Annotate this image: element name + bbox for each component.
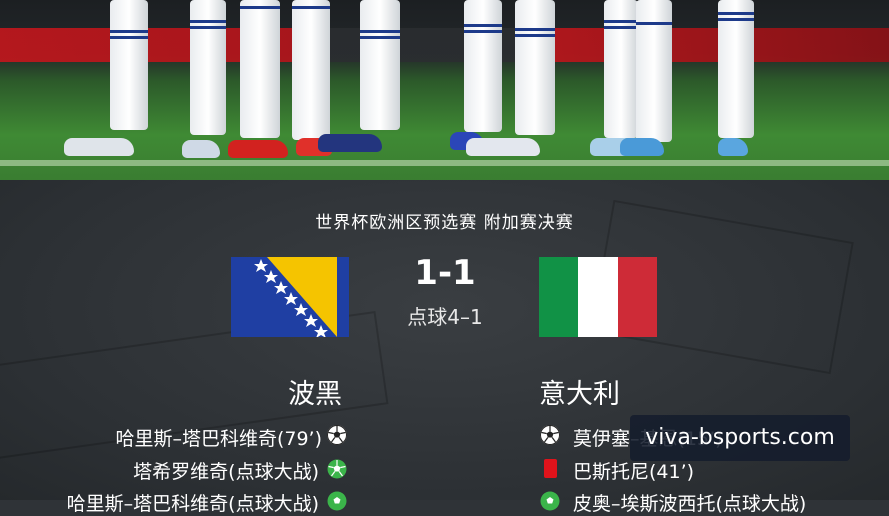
competition-title: 世界杯欧洲区预选赛 附加赛决赛 <box>315 213 574 233</box>
away-event-2-text: 巴斯托尼(41’) <box>573 461 695 483</box>
italy-flag-icon <box>539 257 657 337</box>
home-event-1-text: 哈里斯–塔巴科维奇(79’) <box>115 428 322 450</box>
home-event-2: 塔希罗维奇(点球大战) <box>133 457 319 484</box>
penalty-miss-icon <box>540 491 560 511</box>
match-score: 1-1 <box>414 253 476 293</box>
red-card-icon <box>544 459 557 478</box>
hero-photo <box>0 0 889 180</box>
home-event-3-text: 哈里斯–塔巴科维奇(点球大战) <box>66 493 319 515</box>
penalty-goal-icon <box>327 491 347 511</box>
soccer-ball-icon <box>540 425 560 445</box>
home-event-1: 哈里斯–塔巴科维奇(79’) <box>115 424 322 451</box>
penalty-score: 点球4–1 <box>407 305 483 329</box>
penalty-goal-icon <box>327 459 347 479</box>
home-event-3: 哈里斯–塔巴科维奇(点球大战) <box>67 489 319 516</box>
bosnia-flag-icon <box>231 257 349 337</box>
soccer-ball-icon <box>327 425 347 445</box>
home-event-2-text: 塔希罗维奇(点球大战) <box>133 461 319 483</box>
away-event-3-text: 皮奥–埃斯波西托(点球大战) <box>573 493 807 515</box>
home-team-name: 波黑 <box>288 379 342 410</box>
pitch-line <box>0 160 889 166</box>
away-event-2: 巴斯托尼(41’) <box>573 457 694 484</box>
away-team-name: 意大利 <box>539 379 620 410</box>
away-event-3: 皮奥–埃斯波西托(点球大战) <box>573 489 806 516</box>
watermark-badge[interactable]: viva-bsports.com <box>630 415 850 461</box>
